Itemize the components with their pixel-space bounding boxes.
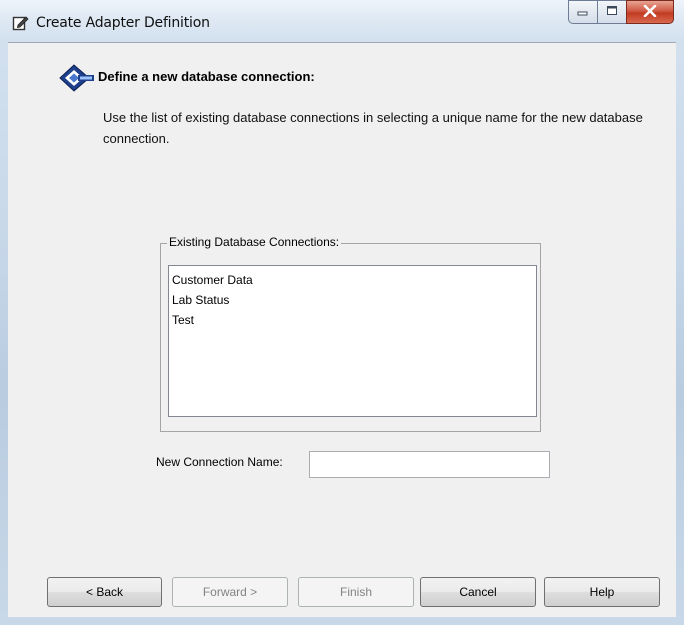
help-button[interactable]: Help — [544, 577, 660, 607]
window-title: Create Adapter Definition — [36, 15, 210, 31]
maximize-button[interactable] — [597, 0, 627, 24]
list-item[interactable]: Test — [169, 310, 536, 330]
edit-document-icon — [12, 14, 30, 32]
window-frame-right — [676, 42, 684, 625]
existing-connections-list[interactable]: Customer Data Lab Status Test — [168, 265, 537, 417]
cancel-button[interactable]: Cancel — [420, 577, 536, 607]
title-bar[interactable]: Create Adapter Definition — [0, 0, 684, 42]
list-item[interactable]: Lab Status — [169, 290, 536, 310]
maximize-icon — [606, 5, 618, 19]
window-frame-bottom — [0, 617, 684, 625]
new-connection-name-label: New Connection Name: — [156, 455, 283, 469]
minimize-button[interactable] — [568, 0, 598, 24]
window-frame-left — [0, 42, 8, 625]
close-icon — [643, 4, 657, 20]
dialog-window: Create Adapter Definition Define a new d… — [0, 0, 684, 625]
new-connection-name-input[interactable] — [309, 451, 550, 478]
close-button[interactable] — [626, 0, 674, 24]
existing-connections-label: Existing Database Connections: — [167, 235, 342, 249]
database-wizard-icon — [56, 62, 96, 94]
back-button[interactable]: < Back — [47, 577, 162, 607]
step-description: Use the list of existing database connec… — [103, 110, 643, 146]
step-title: Define a new database connection: — [98, 69, 315, 84]
forward-button[interactable]: Forward > — [172, 577, 288, 607]
dialog-body: Define a new database connection: Use th… — [8, 42, 676, 617]
minimize-icon — [577, 5, 589, 19]
finish-button[interactable]: Finish — [298, 577, 414, 607]
list-item[interactable]: Customer Data — [169, 270, 536, 290]
